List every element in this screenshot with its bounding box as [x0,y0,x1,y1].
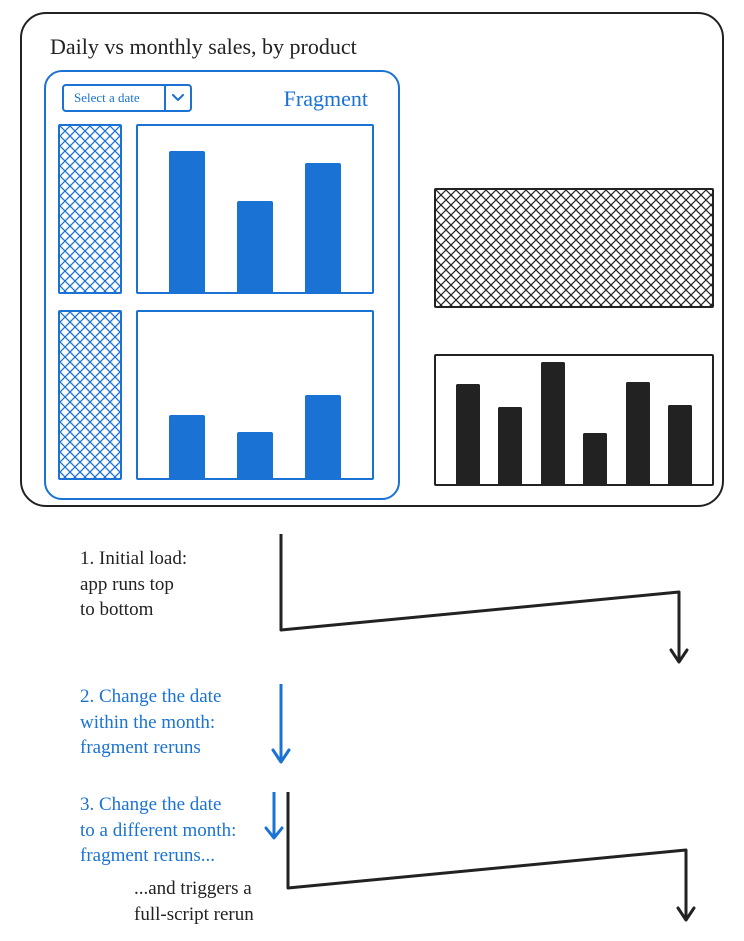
arrow-full-rerun [282,790,702,930]
app-window: Daily vs monthly sales, by product Fragm… [20,12,724,507]
placeholder-box [434,188,714,308]
fragment-row-2 [58,310,386,480]
fragment-chart-2 [136,310,374,480]
placeholder-box [58,310,122,480]
fragment-container: Fragment Select a date [44,70,400,500]
date-select[interactable]: Select a date [62,84,192,112]
page-title: Daily vs monthly sales, by product [50,34,700,60]
main-content: Fragment Select a date [44,70,700,500]
bars [157,126,354,292]
right-column [434,188,714,486]
bars [157,312,354,478]
step-2-text: 2. Change the date within the month: fra… [80,684,290,761]
fragment-row-1 [58,124,386,294]
arrow-initial-load [275,532,695,672]
fragment-chart-1 [136,124,374,294]
bars [450,356,698,484]
step-1-text: 1. Initial load: app runs top to bottom [80,546,250,623]
fragment-label: Fragment [284,86,368,112]
chevron-down-icon [164,86,190,110]
arrow-fragment-rerun [275,682,315,772]
date-select-placeholder: Select a date [74,90,164,106]
right-chart [434,354,714,486]
placeholder-box [58,124,122,294]
